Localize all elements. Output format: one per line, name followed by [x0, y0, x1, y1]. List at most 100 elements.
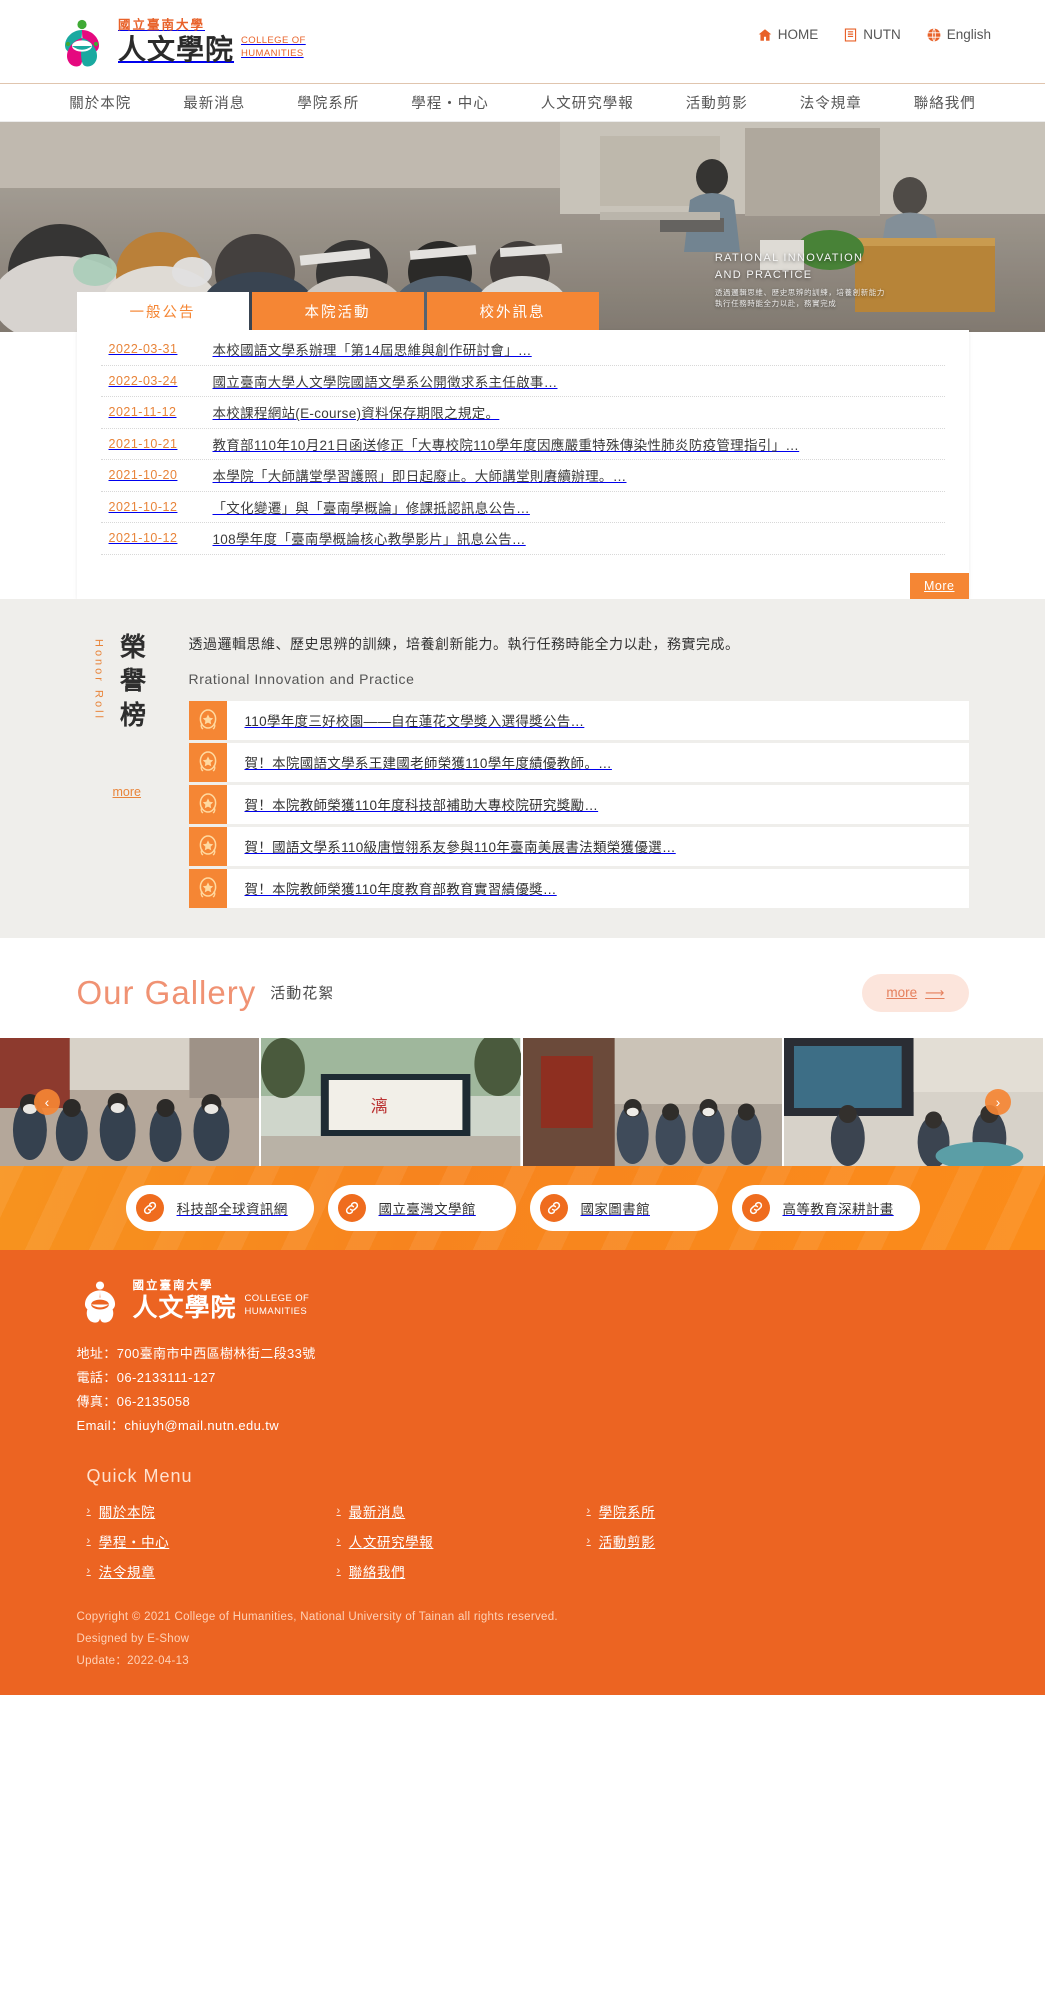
copyright-text: Copyright © 2021 College of Humanities, …	[76, 1611, 558, 1624]
gallery-header: Our Gallery 活動花絮 more ⟶	[77, 938, 969, 1038]
footer-email[interactable]: Email：chiuyh@mail.nutn.edu.tw	[77, 1414, 969, 1438]
nav-item-programs[interactable]: 學程・中心	[385, 92, 515, 113]
gallery-more-button[interactable]: more ⟶	[862, 973, 969, 1012]
medal-icon	[188, 826, 227, 866]
home-icon	[758, 28, 772, 42]
footer-logo: 國立臺南大學 人文學院 COLLEGE OF HUMANITIES	[77, 1276, 969, 1326]
gallery-slide[interactable]: 漓	[261, 1037, 523, 1166]
svg-text:漓: 漓	[371, 1097, 388, 1117]
honor-roll-item[interactable]: 賀！本院教師榮獲110年度科技部補助大專校院研究獎勵…	[188, 784, 969, 824]
news-date: 2021-11-12	[108, 405, 177, 420]
honor-roll-more-link[interactable]: more	[113, 785, 141, 799]
gallery-prev-button[interactable]: ‹	[34, 1088, 60, 1115]
building-icon	[844, 27, 857, 42]
news-row[interactable]: 2021-10-21 教育部110年10月21日函送修正「大專校院110學年度因…	[100, 429, 945, 460]
footer-phone: 電話：06-2133111-127	[76, 1369, 216, 1385]
medal-icon	[188, 700, 227, 740]
chevron-right-icon: ›	[86, 1535, 91, 1548]
gallery-next-button[interactable]: ›	[985, 1088, 1011, 1115]
link-icon	[135, 1193, 164, 1222]
honor-roll-item[interactable]: 110學年度三好校園——自在蓮花文學獎入選得獎公告…	[188, 700, 969, 740]
gallery-title-en: Our Gallery	[76, 973, 257, 1011]
partner-link-most[interactable]: 科技部全球資訊網	[125, 1184, 314, 1231]
news-row[interactable]: 2022-03-24 國立臺南大學人文學院國語文學系公開徵求系主任啟事…	[100, 366, 945, 397]
footer-logo-en-line2: HUMANITIES	[244, 1305, 308, 1317]
nav-item-depts[interactable]: 學院系所	[271, 92, 385, 113]
quick-menu-label: 學程・中心	[98, 1535, 170, 1551]
quick-menu-label: 人文研究學報	[348, 1535, 434, 1551]
honor-roll-item-title: 賀！本院教師榮獲110年度科技部補助大專校院研究獎勵…	[244, 798, 599, 814]
news-date: 2021-10-20	[108, 468, 178, 483]
update-date-text: Update：2022-04-13	[76, 1654, 190, 1667]
news-row[interactable]: 2021-10-20 本學院「大師講堂學習護照」即日起廢止。大師講堂則賡續辦理。…	[100, 460, 945, 492]
news-date: 2022-03-31	[108, 342, 178, 357]
chevron-right-icon: ›	[336, 1535, 341, 1548]
news-row[interactable]: 2021-10-12 「文化變遷」與「臺南學概論」修課抵認訊息公告…	[100, 492, 945, 523]
nav-item-contact[interactable]: 聯絡我們	[888, 92, 1002, 113]
honor-roll-subtitle: Rrational Innovation and Practice	[188, 670, 415, 687]
news-row[interactable]: 2022-03-31 本校國語文學系辦理「第14屆思維與創作研討會」…	[100, 334, 945, 366]
news-more-button[interactable]: More	[910, 572, 969, 599]
link-icon	[741, 1193, 770, 1222]
site-footer: 國立臺南大學 人文學院 COLLEGE OF HUMANITIES 地址：700…	[0, 1249, 1045, 1695]
nav-item-news[interactable]: 最新消息	[157, 92, 271, 113]
honor-roll-item[interactable]: 賀！本院教師榮獲110年度教育部教育實習績優獎…	[188, 868, 969, 908]
partner-link-heduc[interactable]: 高等教育深耕計畫	[731, 1184, 920, 1231]
footer-college-name: 人文學院	[132, 1293, 237, 1323]
news-title: 本學院「大師講堂學習護照」即日起廢止。大師講堂則賡續辦理。…	[212, 469, 627, 485]
chevron-right-icon: ›	[586, 1505, 591, 1518]
honor-roll-section: Honor Roll 榮譽榜 more 透過邏輯思維、歷史思辨的訓練，培養創新能…	[0, 598, 1045, 938]
honor-roll-item[interactable]: 賀！本院國語文學系王建國老師榮獲110學年度績優教師。…	[188, 742, 969, 782]
gallery-carousel: 漓 ‹ ›	[0, 1037, 1045, 1166]
gallery-more-label: more	[886, 985, 918, 1001]
logo-en-line1: COLLEGE OF	[241, 35, 306, 47]
partner-link-ncl[interactable]: 國家圖書館	[529, 1184, 718, 1231]
footer-fax: 傳真：06-2135058	[76, 1393, 191, 1409]
honor-roll-item[interactable]: 賀！國語文學系110級唐愷翎系友參與110年臺南美展書法類榮獲優選…	[188, 826, 969, 866]
quick-menu-item-gallery[interactable]: › 活動剪影	[587, 1531, 837, 1551]
nav-item-journal[interactable]: 人文研究學報	[515, 92, 660, 113]
partner-link-label: 國家圖書館	[580, 1201, 650, 1217]
nav-item-rules[interactable]: 法令規章	[774, 92, 888, 113]
news-footer: More	[77, 555, 969, 599]
quick-menu-item-news[interactable]: › 最新消息	[337, 1501, 587, 1521]
header-link-nutn[interactable]: NUTN	[844, 27, 901, 42]
news-row[interactable]: 2021-10-12 108學年度「臺南學概論核心教學影片」訊息公告…	[100, 523, 945, 555]
news-date: 2021-10-12	[108, 499, 178, 514]
chevron-right-icon: ›	[586, 1535, 591, 1548]
tab-external-news[interactable]: 校外訊息	[426, 292, 599, 330]
partner-link-label: 科技部全球資訊網	[176, 1201, 288, 1217]
quick-menu-item-depts[interactable]: › 學院系所	[587, 1501, 837, 1521]
news-title: 國立臺南大學人文學院國語文學系公開徵求系主任啟事…	[212, 374, 558, 390]
header-link-nutn-label: NUTN	[863, 27, 901, 42]
quick-menu-item-journal[interactable]: › 人文研究學報	[337, 1531, 587, 1551]
quick-menu-item-contact[interactable]: › 聯絡我們	[337, 1561, 587, 1581]
site-logo[interactable]: 國立臺南大學 人文學院 COLLEGE OF HUMANITIES	[56, 14, 306, 70]
partner-link-ntlm[interactable]: 國立臺灣文學館	[327, 1184, 516, 1231]
header-link-home[interactable]: HOME	[758, 27, 818, 42]
site-header: 國立臺南大學 人文學院 COLLEGE OF HUMANITIES HOME N…	[0, 0, 1045, 84]
quick-menu-label: 法令規章	[98, 1565, 156, 1581]
header-link-english[interactable]: English	[927, 27, 991, 42]
tab-college-events[interactable]: 本院活動	[251, 292, 424, 330]
quick-menu-item-programs[interactable]: › 學程・中心	[87, 1531, 337, 1551]
medal-icon	[188, 742, 227, 782]
news-title: 108學年度「臺南學概論核心教學影片」訊息公告…	[212, 532, 526, 548]
news-title: 教育部110年10月21日函送修正「大專校院110學年度因應嚴重特殊傳染性肺炎防…	[212, 437, 800, 453]
partner-link-label: 國立臺灣文學館	[378, 1201, 476, 1217]
nav-item-about[interactable]: 關於本院	[43, 92, 157, 113]
link-icon	[539, 1193, 568, 1222]
medal-icon	[188, 868, 227, 908]
news-title: 本校課程網站(E-course)資料保存期限之規定。	[212, 406, 500, 422]
tab-general-announcements[interactable]: 一般公告	[76, 292, 249, 330]
honor-roll-heading: Honor Roll 榮譽榜 more	[77, 633, 189, 908]
news-row[interactable]: 2021-11-12 本校課程網站(E-course)資料保存期限之規定。	[100, 397, 945, 429]
nav-item-gallery[interactable]: 活動剪影	[660, 92, 774, 113]
quick-menu-item-rules[interactable]: › 法令規章	[87, 1561, 337, 1581]
quick-menu-item-about[interactable]: › 關於本院	[87, 1501, 337, 1521]
logo-college-name: 人文學院	[118, 32, 235, 66]
gallery-slide[interactable]	[522, 1037, 784, 1166]
header-link-english-label: English	[946, 27, 991, 42]
quick-menu-label: 活動剪影	[598, 1535, 656, 1551]
logo-en-line2: HUMANITIES	[241, 48, 304, 60]
